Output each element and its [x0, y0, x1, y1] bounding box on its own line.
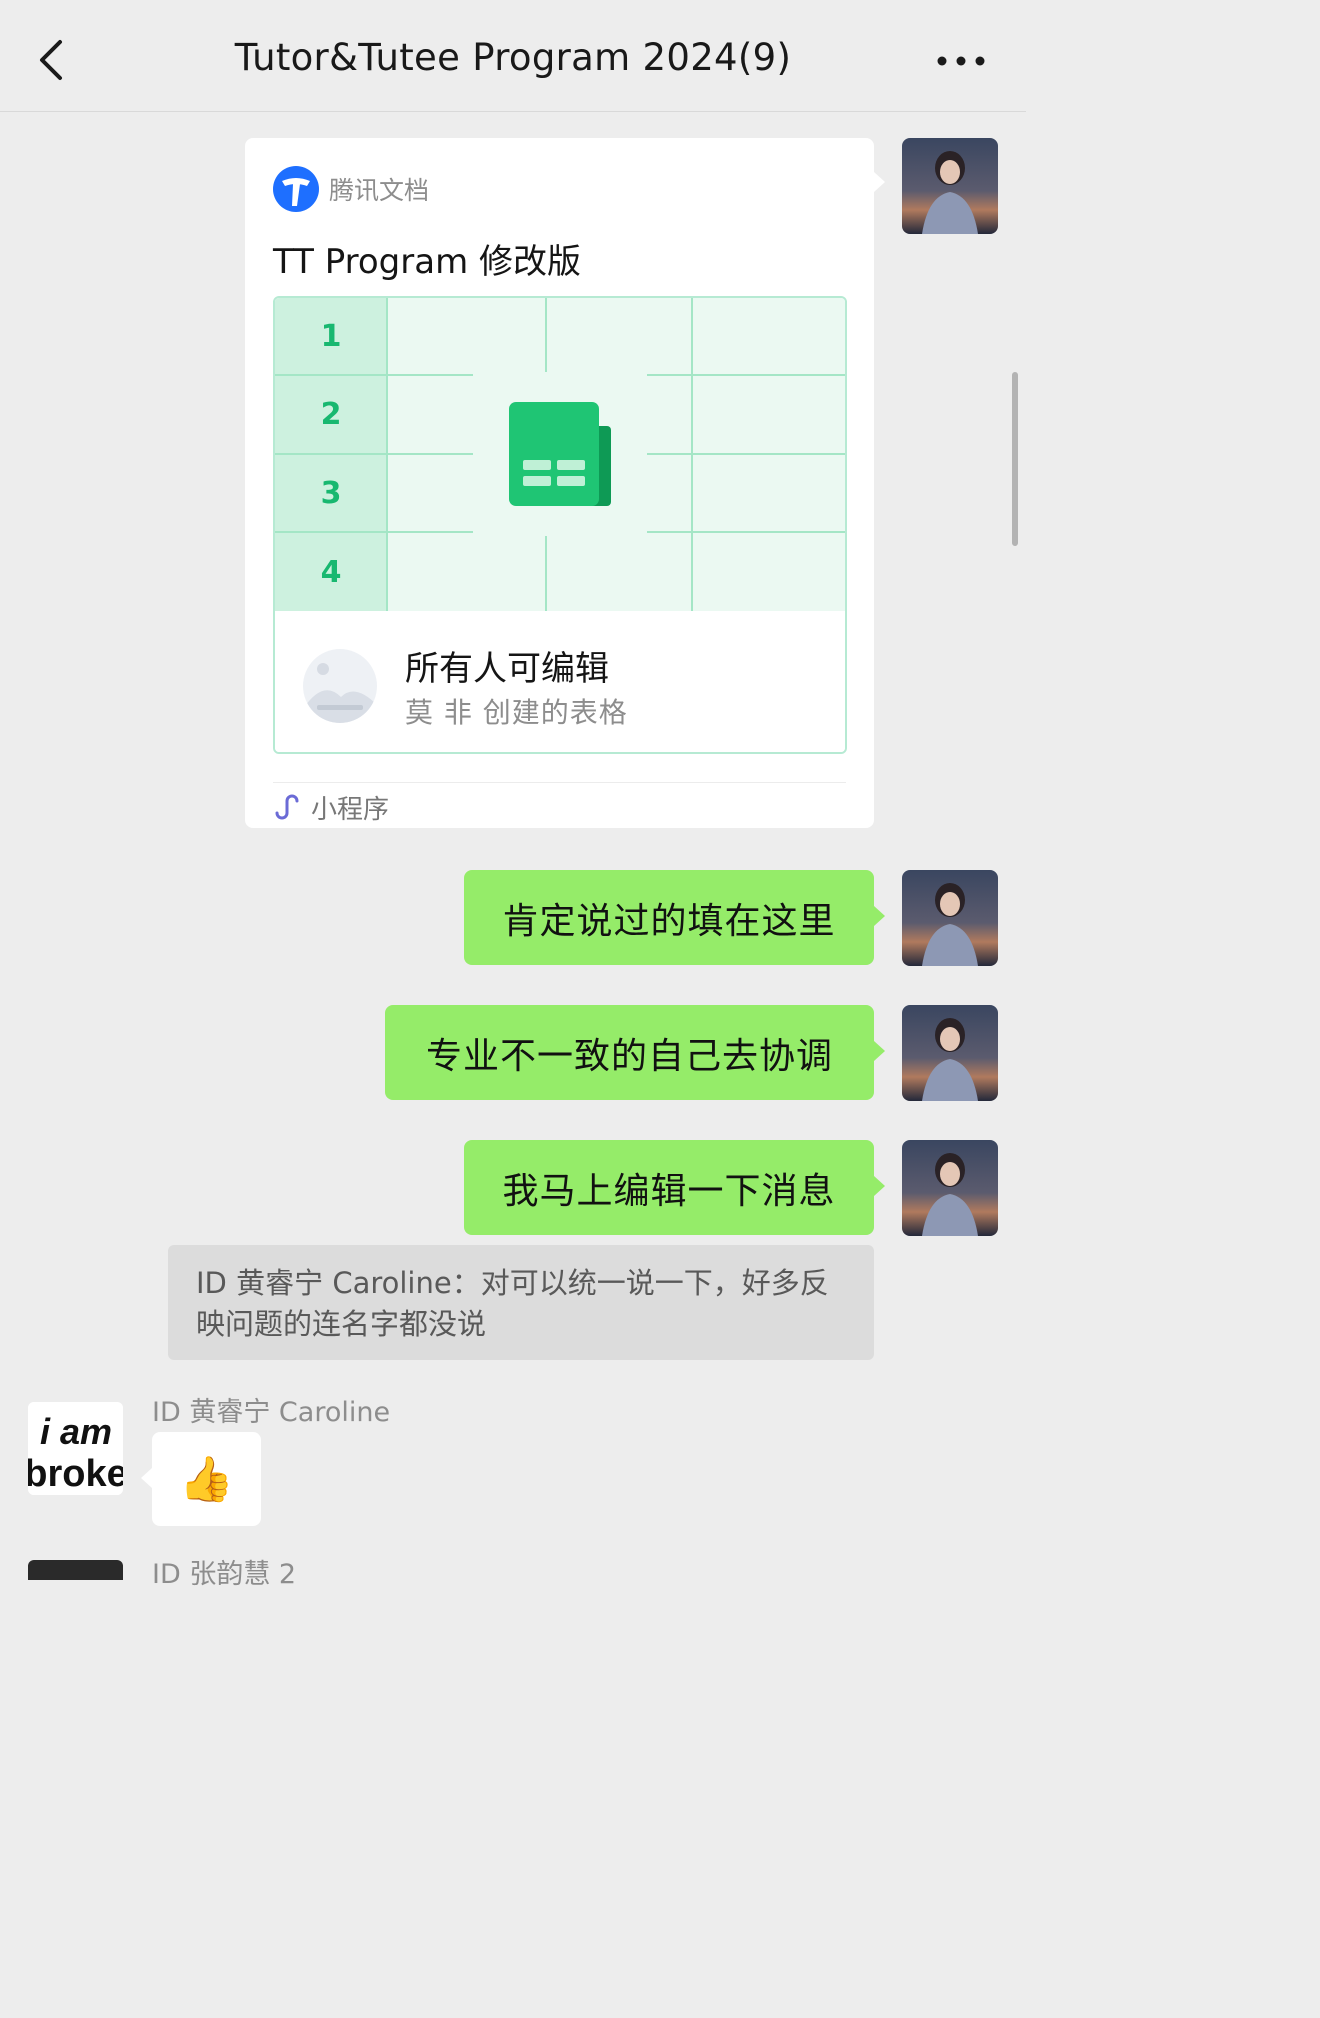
bubble-tail	[874, 172, 885, 192]
grid-line	[545, 536, 547, 611]
thumbs-up-icon: 👍	[179, 1454, 234, 1505]
document-title: TT Program 修改版	[273, 242, 582, 282]
permission-label: 所有人可编辑	[405, 649, 609, 689]
spreadsheet-icon	[509, 402, 613, 512]
scrollbar[interactable]	[1012, 372, 1018, 546]
creator-avatar-placeholder	[303, 649, 377, 723]
bubble-tail	[874, 1176, 885, 1196]
back-button[interactable]	[34, 38, 68, 82]
message-bubble[interactable]: 肯定说过的填在这里	[464, 870, 874, 965]
my-avatar[interactable]	[902, 1005, 998, 1101]
brand-row: 腾讯文档	[273, 166, 429, 212]
bubble-tail	[874, 906, 885, 926]
bubble-tail	[141, 1468, 152, 1488]
grid-line	[275, 531, 473, 533]
grid-line	[545, 298, 547, 372]
sender-name: ID 黄睿宁 Caroline	[152, 1397, 391, 1428]
row-number: 1	[275, 298, 387, 374]
row-number: 2	[275, 376, 387, 453]
grid-line	[647, 374, 845, 376]
tencent-docs-logo-icon	[273, 166, 319, 212]
row-number: 3	[275, 455, 387, 531]
grid-line	[275, 453, 473, 455]
mini-program-label: 小程序	[311, 794, 390, 825]
permission-section: 所有人可编辑 莫 非 创建的表格	[275, 611, 845, 752]
sender-avatar[interactable]	[28, 1560, 123, 1580]
spreadsheet-preview: 1 2 3 4 所有人可编辑 莫 非 创建的表格	[273, 296, 847, 754]
avatar-text: i am	[40, 1411, 112, 1452]
bubble-tail	[874, 1041, 885, 1061]
creator-label: 莫 非 创建的表格	[405, 696, 628, 729]
chevron-left-icon	[40, 40, 62, 80]
quoted-message[interactable]: ID 黄睿宁 Caroline：对可以统一说一下，好多反映问题的连名字都没说	[168, 1245, 874, 1360]
sender-avatar[interactable]: i am broke	[28, 1402, 123, 1495]
chat-header: Tutor&Tutee Program 2024(9)	[0, 0, 1026, 112]
message-bubble[interactable]: 专业不一致的自己去协调	[385, 1005, 874, 1100]
my-avatar[interactable]	[902, 1140, 998, 1236]
spreadsheet-grid: 1 2 3 4	[275, 298, 845, 611]
divider	[273, 782, 846, 783]
grid-line	[647, 453, 845, 455]
grid-line	[275, 374, 473, 376]
ellipsis-icon	[937, 56, 985, 66]
more-button[interactable]	[936, 52, 986, 70]
grid-line	[647, 531, 845, 533]
row-number: 4	[275, 533, 387, 611]
my-avatar[interactable]	[902, 138, 998, 234]
message-bubble[interactable]: 我马上编辑一下消息	[464, 1140, 874, 1235]
mini-program-footer: 小程序	[273, 790, 390, 825]
brand-name: 腾讯文档	[329, 176, 430, 205]
chat-title: Tutor&Tutee Program 2024(9)	[234, 36, 792, 79]
my-avatar[interactable]	[902, 870, 998, 966]
mini-program-icon	[275, 794, 299, 820]
sender-name: ID 张韵慧 2	[152, 1559, 297, 1590]
avatar-text: broke	[28, 1453, 123, 1495]
mini-program-card[interactable]: 腾讯文档 TT Program 修改版 1 2 3 4 所有人可编辑 莫 非 创…	[245, 138, 874, 828]
emoji-message-bubble[interactable]: 👍	[152, 1432, 261, 1526]
